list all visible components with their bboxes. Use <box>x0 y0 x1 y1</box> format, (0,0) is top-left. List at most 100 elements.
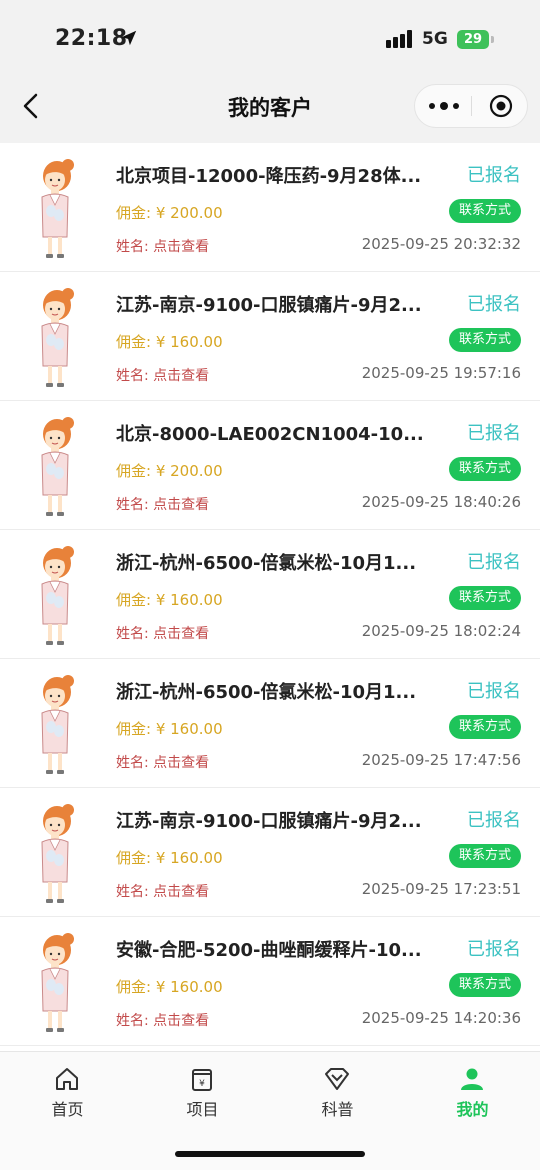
nurse-avatar-icon <box>41 804 74 903</box>
commission-label: 佣金: <box>116 849 156 867</box>
home-indicator <box>175 1151 365 1157</box>
customer-list-item[interactable]: 浙江-杭州-6500-倍氯米松-10月1... 已报名 佣金: ¥ 160.00… <box>0 659 540 788</box>
commission-label: 佣金: <box>116 978 156 996</box>
close-mini-program-icon[interactable] <box>489 94 513 118</box>
commission-text: 佣金: ¥ 160.00 <box>116 718 223 739</box>
commission-label: 佣金: <box>116 591 156 609</box>
status-badge: 已报名 <box>467 939 521 960</box>
name-label: 姓名: <box>116 1013 154 1029</box>
customer-list: 北京项目-12000-降压药-9月28体... 已报名 佣金: ¥ 200.00… <box>0 143 540 1051</box>
name-link[interactable]: 姓名: 点击查看 <box>116 1010 209 1030</box>
tab-label: 我的 <box>456 1100 489 1119</box>
nav-bar: 我的客户 <box>0 80 540 135</box>
nurse-avatar-icon <box>41 675 74 774</box>
name-label: 姓名: <box>116 626 154 642</box>
nurse-avatar-icon <box>41 159 74 258</box>
more-icon[interactable] <box>429 98 459 114</box>
tab-project[interactable]: ¥ 项目 <box>135 1052 270 1132</box>
commission-label: 佣金: <box>116 333 156 351</box>
timestamp: 2025-09-25 19:57:16 <box>361 364 521 382</box>
signal-icon <box>386 30 414 48</box>
commission-value: ¥ 160.00 <box>155 720 223 738</box>
timestamp: 2025-09-25 17:47:56 <box>361 751 521 769</box>
network-type: 5G <box>422 29 448 49</box>
name-value: 点击查看 <box>153 1013 210 1029</box>
nurse-avatar-icon <box>41 417 74 516</box>
contact-button[interactable]: 联系方式 <box>448 586 521 610</box>
commission-value: ¥ 200.00 <box>155 204 223 222</box>
name-link[interactable]: 姓名: 点击查看 <box>116 236 209 256</box>
status-badge: 已报名 <box>467 552 521 573</box>
timestamp: 2025-09-25 20:32:32 <box>361 235 521 253</box>
science-icon <box>325 1068 349 1090</box>
user-icon <box>461 1068 483 1090</box>
project-title: 北京项目-12000-降压药-9月28体... <box>116 166 422 187</box>
name-label: 姓名: <box>116 884 154 900</box>
battery-level: 29 <box>463 32 483 47</box>
commission-value: ¥ 160.00 <box>155 978 223 996</box>
commission-value: ¥ 160.00 <box>155 333 223 351</box>
project-icon: ¥ <box>192 1069 212 1091</box>
status-time: 22:18 <box>55 26 128 51</box>
customer-list-item[interactable]: 江苏-南京-9100-口服镇痛片-9月2... 已报名 佣金: ¥ 160.00… <box>0 788 540 917</box>
name-value: 点击查看 <box>153 626 210 642</box>
status-badge: 已报名 <box>467 423 521 444</box>
nurse-avatar-icon <box>41 288 74 387</box>
name-label: 姓名: <box>116 368 154 384</box>
commission-text: 佣金: ¥ 200.00 <box>116 202 223 223</box>
status-badge: 已报名 <box>467 681 521 702</box>
customer-list-item[interactable]: 浙江-杭州-6500-倍氯米松-10月1... 已报名 佣金: ¥ 160.00… <box>0 530 540 659</box>
commission-value: ¥ 160.00 <box>155 591 223 609</box>
commission-value: ¥ 200.00 <box>155 462 223 480</box>
customer-list-item[interactable]: 北京-8000-LAE002CN1004-10... 已报名 佣金: ¥ 200… <box>0 401 540 530</box>
contact-button[interactable]: 联系方式 <box>448 199 521 223</box>
contact-button[interactable]: 联系方式 <box>448 844 521 868</box>
contact-button[interactable]: 联系方式 <box>448 457 521 481</box>
commission-text: 佣金: ¥ 160.00 <box>116 847 223 868</box>
name-value: 点击查看 <box>153 755 210 771</box>
commission-text: 佣金: ¥ 160.00 <box>116 589 223 610</box>
commission-text: 佣金: ¥ 160.00 <box>116 331 223 352</box>
project-title: 江苏-南京-9100-口服镇痛片-9月2... <box>116 295 422 316</box>
nurse-avatar-icon <box>41 546 74 645</box>
customer-list-item[interactable]: 江苏-南京-9100-口服镇痛片-9月2... 已报名 佣金: ¥ 160.00… <box>0 272 540 401</box>
name-link[interactable]: 姓名: 点击查看 <box>116 365 209 385</box>
status-bar: 22:18 5G 29 <box>0 0 540 80</box>
project-title: 浙江-杭州-6500-倍氯米松-10月1... <box>116 682 417 703</box>
home-icon <box>56 1068 78 1090</box>
name-link[interactable]: 姓名: 点击查看 <box>116 494 209 514</box>
status-badge: 已报名 <box>467 165 521 186</box>
project-title: 浙江-杭州-6500-倍氯米松-10月1... <box>116 553 417 574</box>
contact-button[interactable]: 联系方式 <box>448 973 521 997</box>
timestamp: 2025-09-25 17:23:51 <box>361 880 521 898</box>
name-label: 姓名: <box>116 239 154 255</box>
customer-list-item[interactable]: 北京项目-12000-降压药-9月28体... 已报名 佣金: ¥ 200.00… <box>0 143 540 272</box>
name-link[interactable]: 姓名: 点击查看 <box>116 881 209 901</box>
name-value: 点击查看 <box>153 368 210 384</box>
project-title: 北京-8000-LAE002CN1004-10... <box>116 424 424 445</box>
nurse-avatar-icon <box>41 933 74 1032</box>
contact-button[interactable]: 联系方式 <box>448 715 521 739</box>
tab-label: 项目 <box>186 1100 219 1119</box>
tab-label: 科普 <box>321 1100 354 1119</box>
name-link[interactable]: 姓名: 点击查看 <box>116 752 209 772</box>
tab-home[interactable]: 首页 <box>0 1052 135 1132</box>
name-value: 点击查看 <box>153 239 210 255</box>
svg-text:¥: ¥ <box>199 1079 205 1089</box>
mini-program-capsule <box>414 84 528 128</box>
commission-value: ¥ 160.00 <box>155 849 223 867</box>
customer-list-item[interactable]: 安徽-合肥-5200-曲唑酮缓释片-10... 已报名 佣金: ¥ 160.00… <box>0 917 540 1046</box>
commission-text: 佣金: ¥ 160.00 <box>116 976 223 997</box>
commission-label: 佣金: <box>116 720 156 738</box>
name-value: 点击查看 <box>153 884 210 900</box>
timestamp: 2025-09-25 14:20:36 <box>361 1009 521 1027</box>
project-title: 江苏-南京-9100-口服镇痛片-9月2... <box>116 811 422 832</box>
tab-mine[interactable]: 我的 <box>405 1052 540 1132</box>
name-label: 姓名: <box>116 497 154 513</box>
contact-button[interactable]: 联系方式 <box>448 328 521 352</box>
tab-label: 首页 <box>51 1100 84 1119</box>
tab-science[interactable]: 科普 <box>270 1052 405 1132</box>
name-link[interactable]: 姓名: 点击查看 <box>116 623 209 643</box>
commission-text: 佣金: ¥ 200.00 <box>116 460 223 481</box>
battery-icon: 29 <box>457 30 489 49</box>
